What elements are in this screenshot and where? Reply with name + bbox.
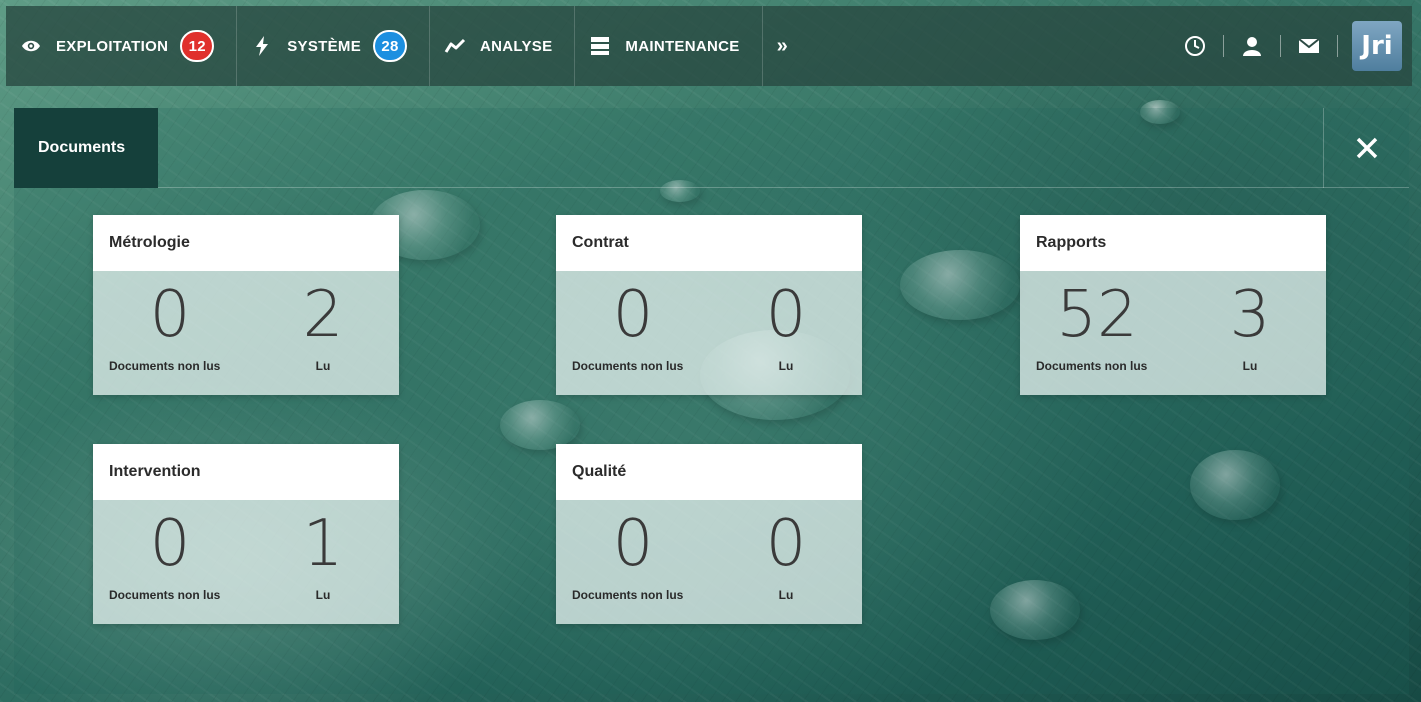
nav-analyse[interactable]: ANALYSE (430, 6, 576, 86)
card-body: 0 Documents non lus 0 Lu (556, 500, 862, 624)
card-title: Rapports (1020, 215, 1326, 271)
document-card-metrologie[interactable]: Métrologie 0 Documents non lus 2 Lu (93, 215, 399, 395)
card-body: 0 Documents non lus 1 Lu (93, 500, 399, 624)
read-count: 0 (765, 278, 807, 352)
nav-exploitation[interactable]: EXPLOITATION 12 (6, 6, 238, 86)
card-title: Métrologie (93, 215, 399, 271)
unread-label: Documents non lus (109, 359, 221, 373)
document-card-qualite[interactable]: Qualité 0 Documents non lus 0 Lu (556, 444, 862, 624)
card-title: Contrat (556, 215, 862, 271)
clock-icon (1185, 36, 1205, 56)
unread-count: 52 (1056, 278, 1138, 352)
eye-icon (20, 35, 42, 57)
unread-stat[interactable]: 0 Documents non lus (568, 500, 698, 602)
unread-stat[interactable]: 0 Documents non lus (105, 271, 235, 373)
read-label: Lu (778, 359, 794, 373)
unread-label: Documents non lus (572, 588, 684, 602)
header-tools: Jri (1167, 6, 1412, 86)
document-card-intervention[interactable]: Intervention 0 Documents non lus 1 Lu (93, 444, 399, 624)
user-button[interactable] (1224, 30, 1280, 62)
close-panel-button[interactable] (1323, 108, 1409, 188)
unread-label: Documents non lus (1036, 359, 1148, 373)
read-label: Lu (1242, 359, 1258, 373)
messages-button[interactable] (1281, 30, 1337, 62)
read-stat[interactable]: 0 Lu (726, 271, 846, 373)
history-button[interactable] (1167, 30, 1223, 62)
unread-stat[interactable]: 52 Documents non lus (1032, 271, 1162, 373)
nav-systeme-label: SYSTÈME (287, 37, 362, 55)
close-icon (1356, 137, 1377, 159)
user-icon (1243, 37, 1261, 56)
document-card-rapports[interactable]: Rapports 52 Documents non lus 3 Lu (1020, 215, 1326, 395)
nav-analyse-label: ANALYSE (480, 37, 553, 55)
read-count: 3 (1229, 278, 1271, 352)
read-stat[interactable]: 3 Lu (1190, 271, 1310, 373)
documents-panel: Documents Métrologie 0 Documents non lus… (14, 108, 1409, 694)
trend-icon (444, 35, 466, 57)
panel-header: Documents (14, 108, 1409, 188)
unread-stat[interactable]: 0 Documents non lus (105, 500, 235, 602)
card-title: Intervention (93, 444, 399, 500)
divider (1337, 35, 1338, 57)
read-count: 2 (302, 278, 344, 352)
read-label: Lu (315, 588, 331, 602)
top-navigation-bar: EXPLOITATION 12 SYSTÈME 28 ANALYSE MAINT… (6, 6, 1412, 86)
tab-documents[interactable]: Documents (14, 108, 158, 188)
nav-maintenance[interactable]: MAINTENANCE (575, 6, 763, 86)
more-nav-button[interactable]: » (763, 6, 802, 86)
card-body: 52 Documents non lus 3 Lu (1020, 271, 1326, 395)
unread-label: Documents non lus (572, 359, 684, 373)
unread-count: 0 (612, 278, 654, 352)
read-count: 0 (765, 507, 807, 581)
document-card-contrat[interactable]: Contrat 0 Documents non lus 0 Lu (556, 215, 862, 395)
systeme-count-badge: 28 (373, 30, 408, 62)
mail-icon (1299, 39, 1319, 53)
unread-label: Documents non lus (109, 588, 221, 602)
read-stat[interactable]: 2 Lu (263, 271, 383, 373)
card-title: Qualité (556, 444, 862, 500)
exploitation-count-badge: 12 (180, 30, 215, 62)
read-stat[interactable]: 0 Lu (726, 500, 846, 602)
read-count: 1 (302, 507, 344, 581)
unread-count: 0 (149, 278, 191, 352)
unread-stat[interactable]: 0 Documents non lus (568, 271, 698, 373)
unread-count: 0 (612, 507, 654, 581)
jri-logo: Jri (1352, 21, 1402, 71)
nav-exploitation-label: EXPLOITATION (56, 37, 169, 55)
read-label: Lu (778, 588, 794, 602)
lightning-icon (251, 35, 273, 57)
nav-systeme[interactable]: SYSTÈME 28 (237, 6, 431, 86)
unread-count: 0 (149, 507, 191, 581)
card-body: 0 Documents non lus 0 Lu (556, 271, 862, 395)
read-label: Lu (315, 359, 331, 373)
nav-maintenance-label: MAINTENANCE (625, 37, 740, 55)
card-body: 0 Documents non lus 2 Lu (93, 271, 399, 395)
read-stat[interactable]: 1 Lu (263, 500, 383, 602)
server-icon (589, 35, 611, 57)
